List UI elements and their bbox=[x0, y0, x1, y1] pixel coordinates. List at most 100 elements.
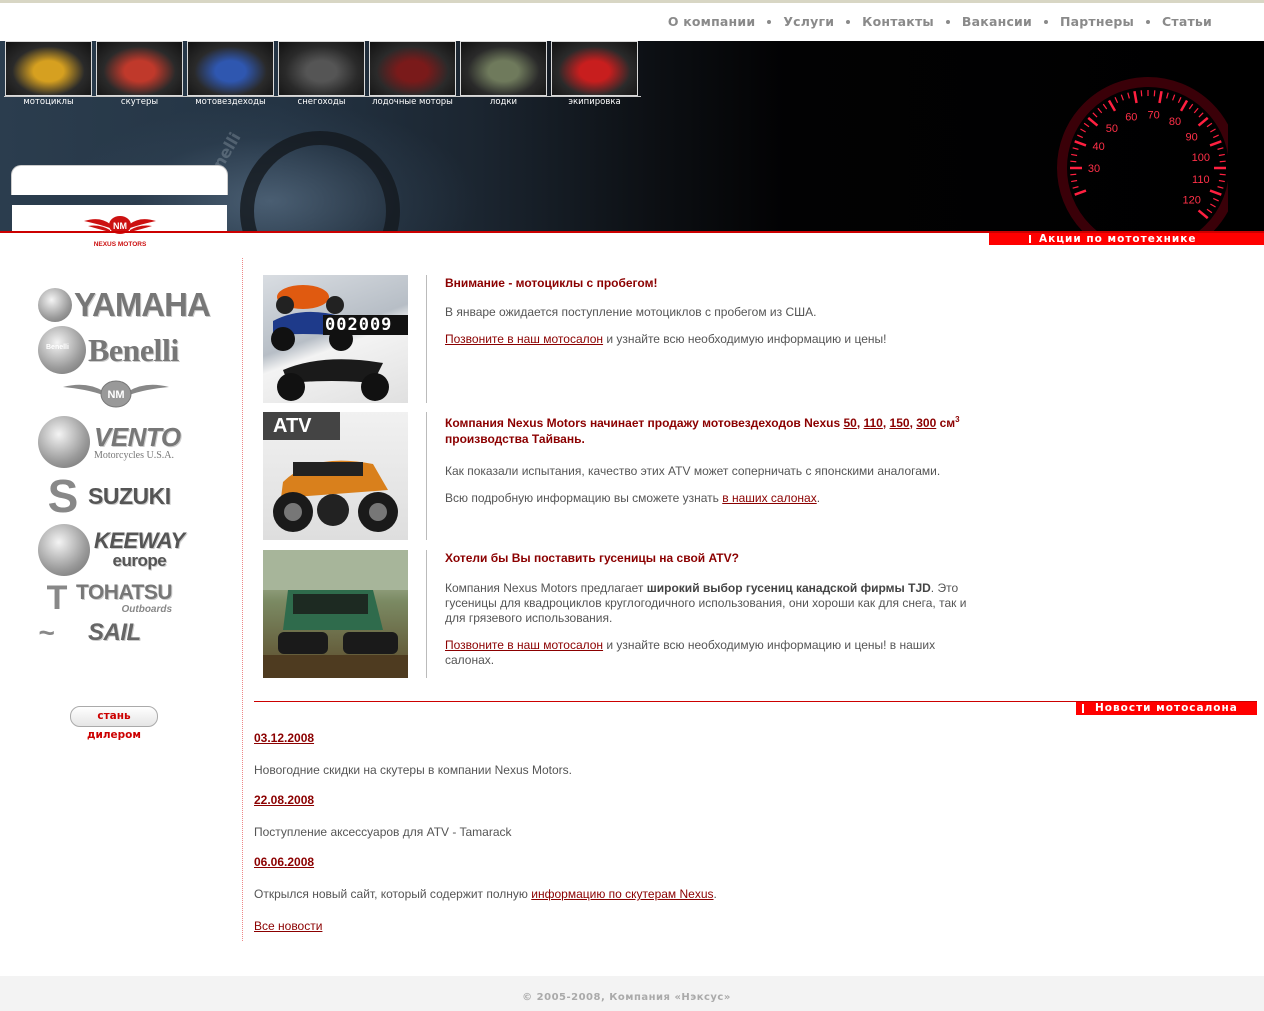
nav-item-contacts[interactable]: Контакты bbox=[862, 14, 934, 29]
nav-item-articles[interactable]: Статьи bbox=[1162, 14, 1212, 29]
speedometer-tick bbox=[1179, 99, 1189, 112]
brand-vento-text: VENTO bbox=[94, 421, 181, 452]
speedometer-tick-label: 30 bbox=[1088, 163, 1100, 175]
our-salons-link[interactable]: в наших салонах bbox=[722, 491, 816, 505]
article-text: Всю подробную информацию вы сможете узна… bbox=[445, 491, 985, 506]
category-boat[interactable]: лодки bbox=[459, 41, 550, 107]
atv-150-link[interactable]: 150 bbox=[890, 416, 910, 430]
article-text: В январе ожидается поступление мотоцикло… bbox=[445, 305, 817, 319]
news-text: Новогодние скидки на скутеры в компании … bbox=[254, 763, 572, 777]
article-body: Внимание - мотоциклы с пробегом! В январ… bbox=[445, 275, 985, 347]
speedometer-tick bbox=[1188, 103, 1194, 110]
category-helmet[interactable]: экипировка bbox=[550, 41, 641, 107]
speedometer-tick-label: 80 bbox=[1169, 116, 1181, 128]
nav-item-services[interactable]: Услуги bbox=[783, 14, 834, 29]
news-item: 22.08.2008 Поступление аксессуаров для A… bbox=[254, 793, 954, 840]
article-body: Компания Nexus Motors начинает продажу м… bbox=[445, 412, 985, 506]
title-part: производства Тайвань. bbox=[445, 432, 585, 446]
scooter-info-link[interactable]: информацию по скутерам Nexus bbox=[531, 887, 713, 901]
category-atv[interactable]: мотовездеходы bbox=[186, 41, 277, 107]
category-scooter[interactable]: скутеры bbox=[95, 41, 186, 107]
news-item: 06.06.2008 Открылся новый сайт, который … bbox=[254, 855, 954, 902]
call-salon-link[interactable]: Позвоните в наш мотосалон bbox=[445, 638, 603, 652]
all-news-link[interactable]: Все новости bbox=[254, 919, 322, 933]
category-label: лодки bbox=[489, 97, 518, 107]
speedometer-tick bbox=[1213, 197, 1219, 202]
helmet-photo-icon bbox=[551, 41, 638, 96]
nav-link-vacancies[interactable]: Вакансии bbox=[962, 14, 1032, 29]
copyright-text: © 2005-2008, Компания «Нэксус» bbox=[522, 992, 731, 1003]
brand-nm-text: NM bbox=[107, 389, 124, 401]
speedometer-tick bbox=[1072, 147, 1079, 150]
speedometer-tick bbox=[1172, 94, 1176, 101]
brand-tohatsu-wrap: TOHATSU Outboards bbox=[76, 581, 173, 615]
atv-50-link[interactable]: 50 bbox=[843, 416, 856, 430]
speedometer-tick bbox=[1197, 116, 1209, 127]
brand-suzuki-text: SUZUKI bbox=[88, 482, 171, 509]
brand-benelli[interactable]: Benelli Benelli bbox=[38, 325, 193, 375]
promo-section-label[interactable]: Акции по мототехнике bbox=[989, 233, 1264, 245]
brand-tohatsu[interactable]: T TOHATSU Outboards bbox=[38, 579, 193, 617]
category-motorcycle[interactable]: мотоциклы bbox=[4, 41, 95, 107]
snowmobile-photo-icon bbox=[278, 41, 365, 96]
call-salon-link[interactable]: Позвоните в наш мотосалон bbox=[445, 332, 603, 346]
speedometer-tick bbox=[1102, 103, 1108, 110]
keeway-wing-icon bbox=[38, 524, 90, 576]
brand-sail[interactable]: ~ SAIL bbox=[38, 617, 193, 649]
benelli-badge-text: Benelli bbox=[46, 344, 69, 351]
nav-item-about[interactable]: О компании bbox=[668, 14, 756, 29]
brand-sail-text: SAIL bbox=[88, 619, 141, 646]
category-snowmobile[interactable]: снегоходы bbox=[277, 41, 368, 107]
text-part: Открылся новый сайт, который содержит по… bbox=[254, 887, 532, 901]
brand-yamaha[interactable]: YAMAHA bbox=[38, 285, 211, 325]
odometer-readout: 002009 bbox=[325, 315, 393, 335]
brand-suzuki[interactable]: S SUZUKI bbox=[38, 471, 193, 521]
article-text: Позвоните в наш мотосалон и узнайте всю … bbox=[445, 332, 985, 347]
brand-vento[interactable]: VENTO Motorcycles U.S.A. bbox=[38, 413, 193, 471]
brand-keeway-text: KEEWAY bbox=[94, 528, 185, 553]
article-image-atv: ATV bbox=[263, 412, 408, 540]
nav-link-services[interactable]: Услуги bbox=[783, 14, 834, 29]
article-title: Компания Nexus Motors начинает продажу м… bbox=[445, 415, 960, 446]
speedometer-tick bbox=[1198, 112, 1204, 118]
news-date-link[interactable]: 03.12.2008 bbox=[254, 731, 954, 747]
brand-nm[interactable]: NM bbox=[38, 375, 193, 413]
speedometer-tick bbox=[1210, 128, 1216, 133]
speedometer-tick bbox=[1120, 94, 1124, 101]
become-dealer-button[interactable]: стань дилером bbox=[70, 706, 158, 741]
news-date-link[interactable]: 22.08.2008 bbox=[254, 793, 954, 809]
article-atv-tracks: Хотели бы Вы поставить гусеницы на свой … bbox=[263, 550, 983, 678]
logo-name-text: NEXUS MOTORS bbox=[94, 241, 147, 248]
atv-110-link[interactable]: 110 bbox=[864, 416, 883, 430]
nav-link-articles[interactable]: Статьи bbox=[1162, 14, 1212, 29]
nav-link-partners[interactable]: Партнеры bbox=[1060, 14, 1134, 29]
brand-yamaha-text: YAMAHA bbox=[74, 286, 211, 323]
speedometer-tick bbox=[1166, 92, 1169, 99]
text-part: Всю подробную информацию вы сможете узна… bbox=[445, 491, 723, 505]
speedometer-tick-label: 110 bbox=[1192, 174, 1210, 186]
brand-vento-subtitle: Motorcycles U.S.A. bbox=[94, 449, 174, 461]
nav-menu: О компании Услуги Контакты Вакансии Парт… bbox=[668, 14, 1212, 29]
speedometer-tick-label: 60 bbox=[1125, 112, 1137, 124]
brand-keeway[interactable]: KEEWAY europe bbox=[38, 521, 193, 579]
news-date-link[interactable]: 06.06.2008 bbox=[254, 855, 954, 871]
nav-item-partners[interactable]: Партнеры bbox=[1060, 14, 1134, 29]
atv-badge-text: ATV bbox=[273, 415, 312, 437]
category-outboard-motor[interactable]: лодочные моторы bbox=[368, 41, 459, 107]
atv-300-link[interactable]: 300 bbox=[916, 416, 936, 430]
speedometer-tick bbox=[1077, 134, 1083, 139]
speedometer-tick bbox=[1092, 112, 1098, 118]
brand-tohatsu-subtitle: Outboards bbox=[121, 603, 173, 615]
speedometer-tick bbox=[1140, 90, 1143, 97]
nm-grey-wings-icon: NM bbox=[62, 380, 169, 408]
speedometer-tick bbox=[1206, 208, 1213, 214]
article-text: Позвоните в наш мотосалон и узнайте всю … bbox=[445, 638, 950, 668]
nav-link-about[interactable]: О компании bbox=[668, 14, 756, 29]
scooter-photo-icon bbox=[96, 41, 183, 96]
speedometer-tick bbox=[1153, 90, 1156, 97]
nav-link-contacts[interactable]: Контакты bbox=[862, 14, 934, 29]
news-section-label[interactable]: Новости мотосалона bbox=[1076, 702, 1257, 715]
category-label: экипировка bbox=[568, 97, 621, 107]
nav-item-vacancies[interactable]: Вакансии bbox=[962, 14, 1032, 29]
outboard-motor-photo-icon bbox=[369, 41, 456, 96]
